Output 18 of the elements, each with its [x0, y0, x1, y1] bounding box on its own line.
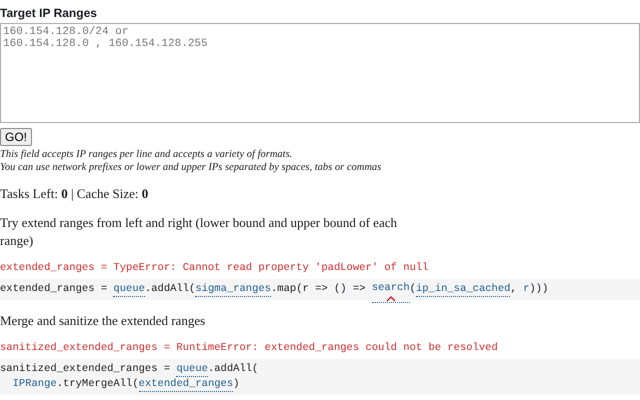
go-button[interactable]: GO!: [0, 128, 32, 146]
error-message: extended_ranges = TypeError: Cannot read property 'padLower' of null: [0, 262, 428, 274]
error-message: sanitized_extended_ranges = RuntimeError: extended_ranges could not be resolved: [0, 342, 498, 354]
field-label: Target IP Ranges: [0, 6, 97, 20]
code-reference[interactable]: queue: [176, 363, 208, 377]
code-block: sanitized_extended_ranges = queue.addAll( IPRange.tryMergeAll(extended_ranges): [0, 359, 640, 395]
code-reference[interactable]: search: [372, 282, 410, 303]
code-reference[interactable]: sigma_ranges: [195, 283, 271, 297]
paragraph: Try extend ranges from left and right (lower bound and upper bound of each range): [0, 214, 398, 250]
help-text: You can use network prefixes or lower and upper IPs separated by spaces, tabs or commas: [0, 161, 382, 174]
code-block: extended_ranges = queue.addAll(sigma_ranges.map(r => () => search(ip_in_sa_cached, r))): [0, 279, 640, 300]
help-text: This field accepts IP ranges per line and accepts a variety of formats.: [0, 148, 292, 161]
code-reference[interactable]: extended_ranges: [138, 378, 234, 392]
code-reference[interactable]: ip_in_sa_cached: [416, 283, 510, 297]
paragraph: Merge and sanitize the extended ranges: [0, 312, 206, 330]
code-reference[interactable]: queue: [113, 283, 145, 297]
status-text: Tasks Left: 0 | Cache Size: 0: [0, 186, 148, 201]
ip-ranges-field[interactable]: 160.154.128.0/24 or 160.154.128.0 , 160.154.128.255: [0, 23, 640, 123]
